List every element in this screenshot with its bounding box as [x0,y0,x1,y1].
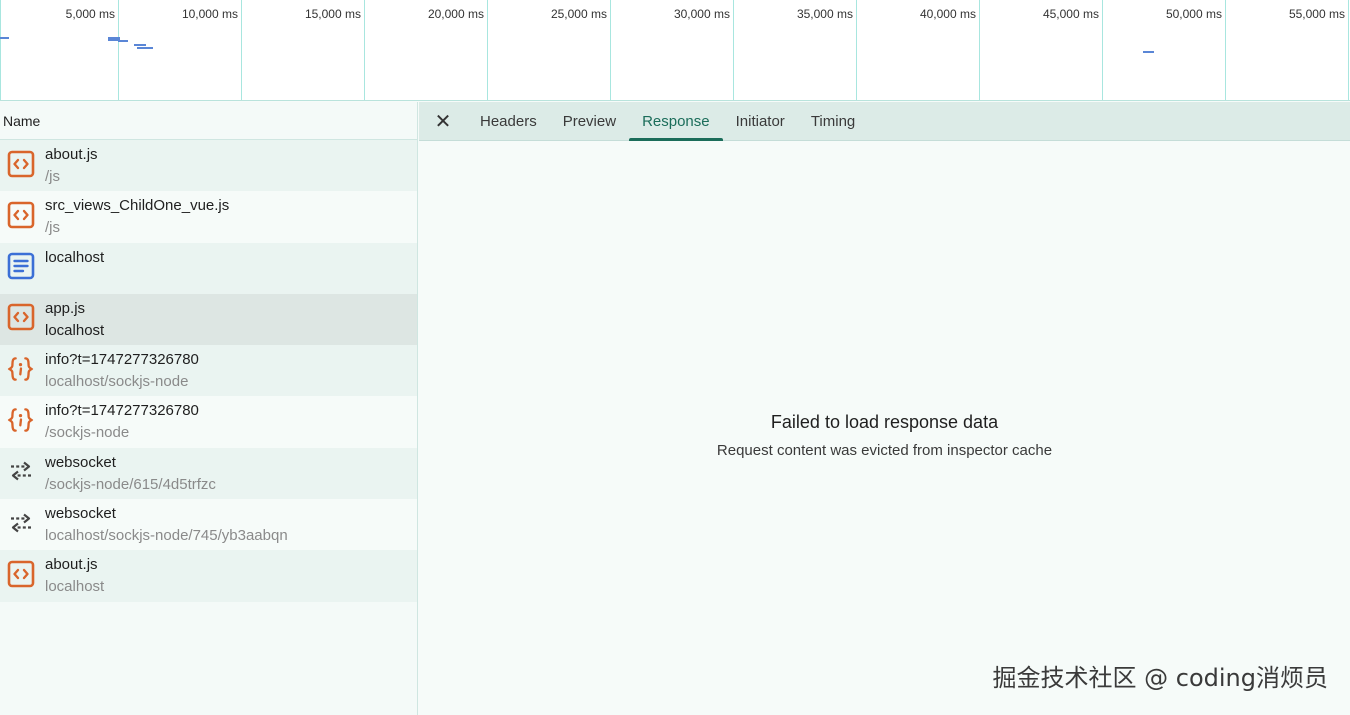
timeline-tick-label: 45,000 ms [1042,7,1099,21]
tab-response[interactable]: Response [629,102,723,141]
timeline-gridline [364,0,365,100]
script-icon [6,303,35,332]
request-name: about.js [45,146,98,163]
timeline-gridline [1348,0,1349,100]
request-row[interactable]: localhost [0,242,417,294]
request-list-panel: Name about.js/js src_views_ChildOne_vue.j… [0,102,418,715]
document-icon [6,252,35,281]
request-row[interactable]: websocket localhost/sockjs-node/745/yb3aa… [0,499,417,551]
tab-timing[interactable]: Timing [798,102,868,140]
request-row[interactable]: about.js localhost [0,550,417,602]
request-name: src_views_ChildOne_vue.js [45,197,230,215]
json-icon [6,405,35,434]
script-icon [6,149,35,178]
websocket-icon [6,457,35,486]
request-detail-panel: ✕ Headers Preview Response Initiator Timing … [419,102,1350,715]
timeline-tick-label: 55,000 ms [1288,7,1345,21]
request-path: localhost [45,321,105,339]
timeline-overview[interactable]: 5,000 ms 10,000 ms 15,000 ms 20,000 ms 25,00… [0,0,1350,101]
request-path: localhost [45,578,105,596]
timeline-gridline [118,0,119,100]
timeline-tick-label: 30,000 ms [673,7,730,21]
timeline-gridline [1225,0,1226,100]
timeline-request-bar [137,47,153,49]
response-empty-state: Failed to load response data Request con… [419,412,1350,461]
request-path: /js [45,168,60,185]
request-row[interactable]: info?t=1747277326780/sockjs-node [0,396,417,448]
request-row[interactable]: about.js/js [0,140,417,192]
detail-tab-bar: ✕ Headers Preview Response Initiator Timing [419,102,1350,141]
request-path: localhost/sockjs-node/745/yb3aabqn [45,527,288,545]
watermark: 掘金技术社区 @ coding消烦员 [992,664,1328,692]
timeline-request-bar [0,37,9,39]
script-icon [6,200,35,229]
request-row[interactable]: src_views_ChildOne_vue.js/js [0,191,417,243]
request-path: /sockjs-node [45,424,130,442]
request-path: /sockjs-node/615/4d5trfzc [45,475,216,493]
timeline-tick-label: 5,000 ms [65,7,115,21]
request-name: websocket [45,453,116,471]
timeline-gridline [610,0,611,100]
tab-initiator[interactable]: Initiator [723,102,798,140]
request-path: /js [45,219,60,237]
close-icon[interactable]: ✕ [419,102,467,140]
empty-state-message: Request content was evicted from inspect… [716,442,1053,459]
request-path: localhost/sockjs-node [45,373,189,391]
timeline-gridline [241,0,242,100]
json-icon [6,354,35,383]
tab-preview[interactable]: Preview [550,102,629,140]
websocket-icon [6,508,35,537]
timeline-request-bar [118,40,128,42]
request-row[interactable]: info?t=1747277326780 localhost/sockjs-nod… [0,345,417,397]
request-row[interactable]: websocket/sockjs-node/615/4d5trfzc [0,447,417,500]
tab-headers[interactable]: Headers [467,102,550,140]
request-name: about.js [45,556,98,574]
timeline-gridline [733,0,734,100]
timeline-tick-label: 40,000 ms [919,7,976,21]
request-row[interactable]: app.js localhost [0,293,417,346]
timeline-gridline [979,0,980,100]
timeline-request-bar [134,44,146,46]
timeline-request-bar [1143,51,1154,53]
timeline-tick-label: 20,000 ms [427,7,484,21]
timeline-tick-label: 10,000 ms [181,7,238,21]
request-name: websocket [45,505,116,523]
name-column-header[interactable]: Name [0,102,417,140]
timeline-tick-label: 15,000 ms [304,7,361,21]
timeline-tick-label: 35,000 ms [796,7,853,21]
empty-state-title: Failed to load response data [770,412,999,432]
request-name: localhost [45,248,105,266]
request-name: info?t=1747277326780 [45,402,199,420]
timeline-gridline [0,0,1,100]
request-name: app.js [45,299,86,317]
timeline-gridline [487,0,488,100]
timeline-tick-label: 50,000 ms [1165,7,1222,21]
timeline-tick-label: 25,000 ms [550,7,607,21]
timeline-gridline [856,0,857,100]
timeline-gridline [1102,0,1103,100]
script-icon [6,559,35,588]
request-name: info?t=1747277326780 [45,351,199,369]
